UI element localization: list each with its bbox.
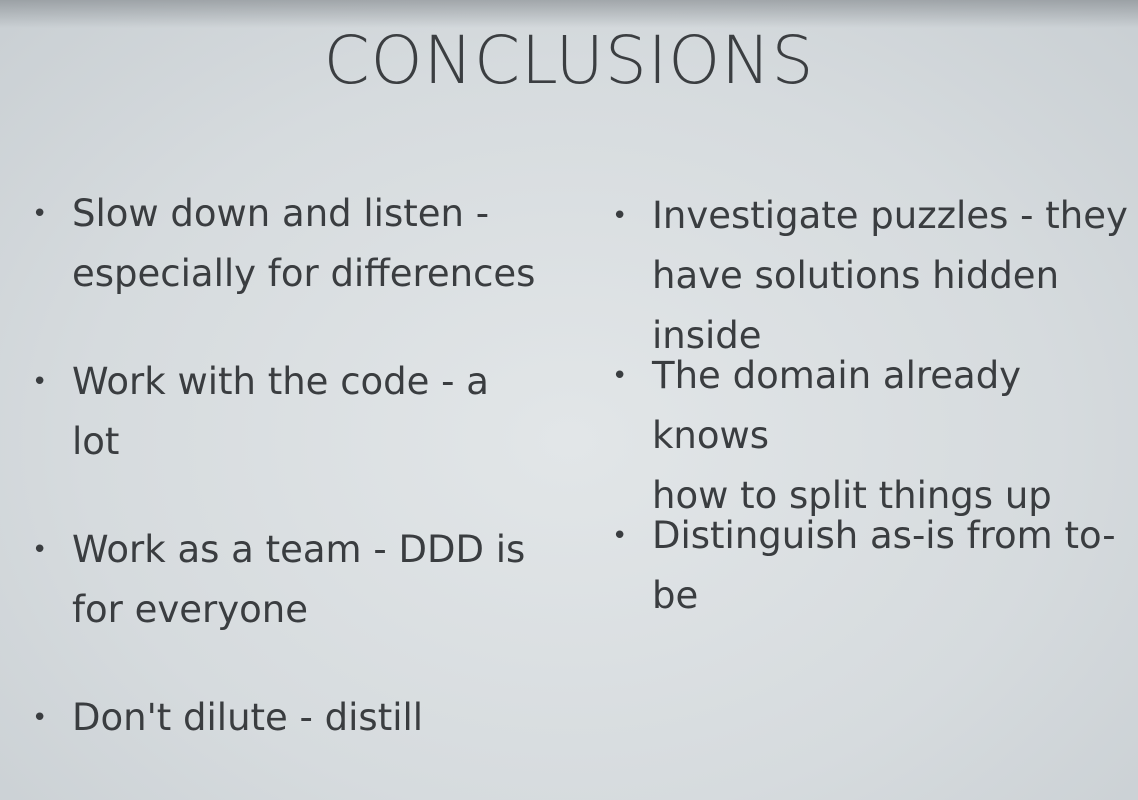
bullet-text: Work with the code - a lot <box>72 360 489 463</box>
bullet-text: Slow down and listen - especially for di… <box>72 192 536 295</box>
bullet-text: Don't dilute - distill <box>72 696 424 739</box>
bullet-icon: • <box>32 367 48 397</box>
bullet-icon: • <box>32 535 48 565</box>
bullet-icon: • <box>32 199 48 229</box>
bullet-icon: • <box>612 361 628 391</box>
bullet-text: Work as a team - DDD is for everyone <box>72 528 526 631</box>
bullet-item: • Distinguish as-is from to-be <box>612 506 1138 626</box>
bullet-item: • Investigate puzzles - they have soluti… <box>612 186 1138 366</box>
bullet-text: Investigate puzzles - they have solution… <box>652 194 1128 357</box>
bullet-text: The domain already knows how to split th… <box>652 354 1052 517</box>
bullet-item: • Work with the code - a lot <box>32 352 572 472</box>
bullet-item: • Work as a team - DDD is for everyone <box>32 520 572 640</box>
bullet-item: • Don't dilute - distill <box>32 688 572 748</box>
bullet-icon: • <box>612 201 628 231</box>
bullet-text: Distinguish as-is from to-be <box>652 514 1116 617</box>
slide-title: CONCLUSIONS <box>323 22 815 99</box>
bullet-icon: • <box>32 703 48 733</box>
bullet-icon: • <box>612 521 628 551</box>
bullet-item: • The domain already knows how to split … <box>612 346 1138 526</box>
bullet-item: • Slow down and listen - especially for … <box>32 184 572 304</box>
